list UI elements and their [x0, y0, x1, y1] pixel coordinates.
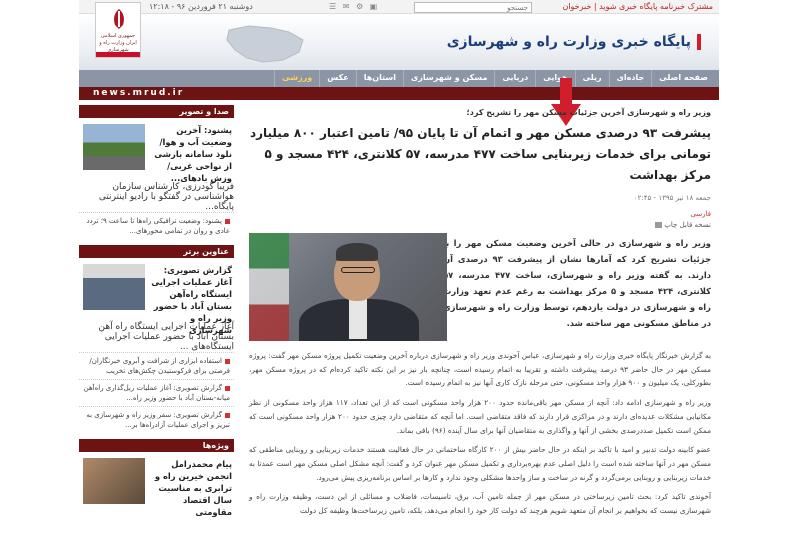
- print-label: نسخه قابل چاپ: [664, 221, 711, 229]
- sidebar: صدا و تصویر پشنود: آخرین وضعیت آب و هوا/…: [79, 105, 234, 557]
- sidebar-box-title[interactable]: عناوین برتر: [79, 245, 234, 258]
- photo-shirt: [349, 299, 367, 339]
- nav-item-housing[interactable]: مسکن و شهرسازی: [402, 70, 494, 87]
- nav-item-sport[interactable]: ورزشی: [274, 70, 319, 87]
- feature-title[interactable]: پیام محمدرامل انجمن خیرین راه و ترابری ب…: [148, 458, 232, 518]
- sidebar-box-top-news: عناوین برتر گزارش تصویری: آغاز عملیات اج…: [79, 245, 234, 433]
- list-item-text: استفاده ابزاری از شرافت و آبروی خبرنگارا…: [89, 357, 230, 375]
- article-headline: پیشرفت ۹۳ درصدی مسکن مهر و اتمام آن تا پ…: [249, 126, 711, 182]
- article-paragraph: آخوندی تاکید کرد: بحث تامین زیرساختی در …: [249, 492, 711, 516]
- feature-thumbnail[interactable]: [83, 124, 145, 170]
- article-tag[interactable]: فارسی: [249, 210, 711, 218]
- article-body: به گزارش خبرنگار پایگاه خبری وزارت راه و…: [249, 349, 711, 518]
- site-url[interactable]: news.mrud.ir: [93, 88, 184, 98]
- article-paragraph: به گزارش خبرنگار پایگاه خبری وزارت راه و…: [249, 351, 711, 388]
- list-item-text: گزارش تصویری: سفر وزیر راه و شهرسازی به …: [86, 411, 230, 429]
- url-strip: news.mrud.ir: [79, 87, 719, 100]
- nav-item-home[interactable]: صفحه اصلی: [651, 70, 715, 87]
- site-header: پایگاه خبری وزارت راه و شهرسازی جمهوری ا…: [79, 2, 719, 70]
- iran-map-icon: [226, 25, 304, 63]
- feature-thumbnail[interactable]: [83, 264, 145, 310]
- iran-emblem-icon: [114, 9, 124, 29]
- newsletter-links[interactable]: مشترک خبرنامه پایگاه خبری شوید | خبرخوان: [562, 2, 713, 11]
- bullet-icon: [225, 218, 230, 224]
- sidebar-feature[interactable]: گزارش تصویری: آغاز عملیات اجرایی ایستگاه…: [79, 264, 234, 335]
- photo-hair: [336, 243, 378, 261]
- sidebar-box-media: صدا و تصویر پشنود: آخرین وضعیت آب و هوا/…: [79, 105, 234, 239]
- list-item-text: پشنود: وضعیت ترافیکی راه‌ها تا ساعت ۹؛ ت…: [86, 217, 230, 235]
- printer-icon: [655, 222, 663, 228]
- minister-photo[interactable]: [249, 233, 447, 341]
- feature-summary: فریبا گودرزی، کارشناس سازمان هواشناسی در…: [98, 182, 234, 212]
- toolbar-icons[interactable]: ☰ ✉ ⚙ ▣: [329, 2, 379, 11]
- feature-title[interactable]: پشنود: آخرین وضعیت آب و هوا/ نلوذ سامانه…: [148, 124, 232, 184]
- sidebar-feature[interactable]: پیام محمدرامل انجمن خیرین راه و ترابری ب…: [79, 458, 234, 518]
- bullet-icon: [225, 412, 230, 418]
- bullet-icon: [225, 385, 230, 391]
- list-item[interactable]: استفاده ابزاری از شرافت و آبروی خبرنگارا…: [79, 352, 234, 379]
- nav-item-sea[interactable]: دریایی: [494, 70, 535, 87]
- article-lead: وزیر راه و شهرسازی در حالی آخرین وضعیت م…: [443, 238, 711, 328]
- list-item[interactable]: گزارش تصویری: آغاز عملیات ریل‌گذاری راه‌…: [79, 379, 234, 406]
- nav-item-photo[interactable]: عکس: [319, 70, 355, 87]
- page: مشترک خبرنامه پایگاه خبری شوید | خبرخوان…: [79, 0, 719, 557]
- main-nav: صفحه اصلی جاده‌ای ریلی هوایی دریایی مسکن…: [79, 70, 719, 87]
- sidebar-box-title[interactable]: ویژه‌ها: [79, 439, 234, 452]
- nav-item-provinces[interactable]: استان‌ها: [355, 70, 403, 87]
- print-link[interactable]: نسخه قابل چاپ: [249, 221, 711, 229]
- article-date: جمعه ۱۸ تیر ۱۳۹۵ - ۰۲:۴۵: [633, 194, 711, 202]
- list-item-text: گزارش تصویری: آغاز عملیات ریل‌گذاری راه‌…: [83, 384, 230, 402]
- current-date: دوشنبه ۲۱ فروردین ۹۶ - ۱۲:۱۸: [149, 2, 253, 11]
- site-title[interactable]: پایگاه خبری وزارت راه و شهرسازی: [447, 34, 701, 50]
- flag-background: [249, 233, 289, 341]
- article: وزیر راه و شهرسازی آخرین جزئیات مسکن مهر…: [241, 100, 719, 557]
- list-item[interactable]: گزارش تصویری: سفر وزیر راه و شهرسازی به …: [79, 406, 234, 433]
- logo-text: جمهوری اسلامی ایران وزارت راه و شهرسازی: [99, 33, 137, 53]
- article-paragraph: وزیر راه و شهرسازی ادامه داد: آنچه از مس…: [249, 398, 711, 435]
- article-paragraph: عضو کابینه دولت تدبیر و امید با تاکید بر…: [249, 445, 711, 482]
- feature-title[interactable]: گزارش تصویری: آغاز عملیات اجرایی ایستگاه…: [148, 264, 232, 336]
- ministry-logo[interactable]: جمهوری اسلامی ایران وزارت راه و شهرسازی: [95, 2, 141, 58]
- photo-glasses: [341, 267, 375, 273]
- lead-section: وزیر راه و شهرسازی در حالی آخرین وضعیت م…: [249, 233, 711, 343]
- nav-item-road[interactable]: جاده‌ای: [608, 70, 652, 87]
- sidebar-feature[interactable]: پشنود: آخرین وضعیت آب و هوا/ نلوذ سامانه…: [79, 124, 234, 184]
- feature-thumbnail[interactable]: [83, 458, 145, 504]
- sidebar-box-title[interactable]: صدا و تصویر: [79, 105, 234, 118]
- sidebar-box-special: ویژه‌ها پیام محمدرامل انجمن خیرین راه و …: [79, 439, 234, 518]
- logo-red-bar: [96, 52, 140, 57]
- top-utility-bar: مشترک خبرنامه پایگاه خبری شوید | خبرخوان…: [79, 0, 719, 14]
- search-input[interactable]: [414, 2, 532, 13]
- article-kicker: وزیر راه و شهرسازی آخرین جزئیات مسکن مهر…: [466, 108, 711, 117]
- list-item[interactable]: پشنود: وضعیت ترافیکی راه‌ها تا ساعت ۹؛ ت…: [79, 212, 234, 239]
- bullet-icon: [225, 358, 230, 364]
